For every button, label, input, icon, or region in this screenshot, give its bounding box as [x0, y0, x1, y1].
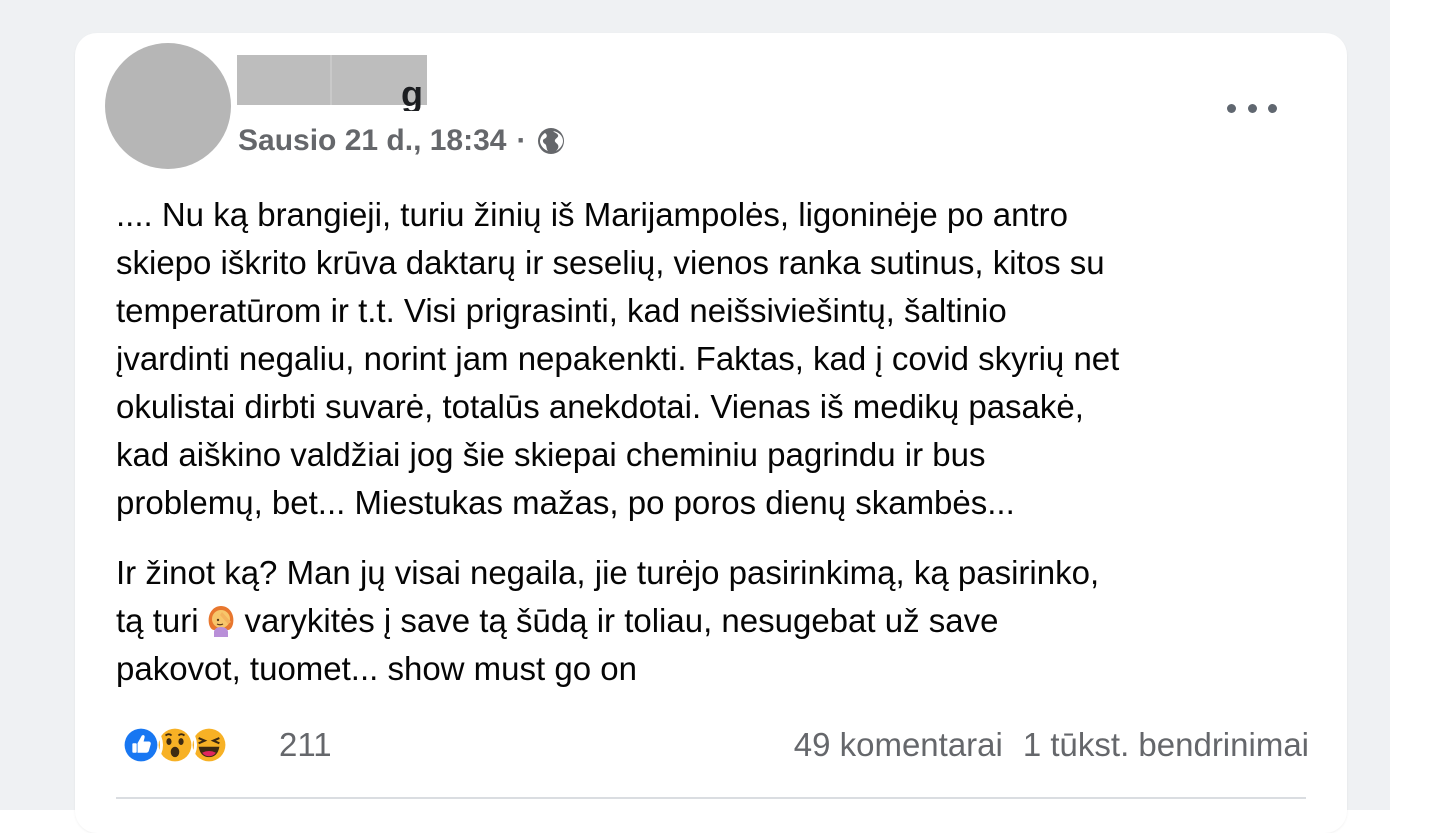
- post-line-with-emoji: tą turi varykitės į save tą šūdą ir toli…: [116, 597, 1326, 645]
- divider: [116, 797, 1306, 799]
- post-text-fragment: tą turi: [116, 602, 199, 639]
- comments-count-link[interactable]: 49 komentarai: [794, 726, 1003, 763]
- post-line: pakovot, tuomet... show must go on: [116, 650, 637, 687]
- post-text-fragment: varykitės į save tą šūdą ir toliau, nesu…: [244, 602, 999, 639]
- meta-separator: ·: [516, 124, 527, 157]
- reactions-bar: 211 49 komentarai 1 tūkst. bendrinimai: [119, 721, 1309, 769]
- shares-count-link[interactable]: 1 tūkst. bendrinimai: [1023, 726, 1309, 763]
- post-line: .... Nu ką brangieji, turiu žinių iš Mar…: [116, 196, 1068, 233]
- post-line: įvardinti negaliu, norint jam nepakenkti…: [116, 340, 1120, 377]
- more-dot-icon: [1268, 103, 1277, 113]
- avatar[interactable]: [105, 43, 231, 169]
- redaction-divider: [330, 55, 332, 105]
- like-icon: [119, 723, 163, 767]
- reaction-icons[interactable]: [119, 721, 231, 769]
- post-line: problemų, bet... Miestukas mažas, po por…: [116, 484, 1015, 521]
- post-stats: 49 komentarai 1 tūkst. bendrinimai: [794, 721, 1309, 769]
- post-meta: Sausio 21 d., 18:34 ·: [238, 121, 566, 161]
- woman-facepalming-emoji-icon: [208, 606, 233, 637]
- more-dot-icon: [1247, 103, 1257, 113]
- globe-icon[interactable]: [536, 126, 566, 156]
- author-name-redaction: [237, 55, 427, 105]
- post-line: okulistai dirbti suvarė, totalūs anekdot…: [116, 388, 1084, 425]
- post-line: temperatūrom ir t.t. Visi prigrasinti, k…: [116, 292, 1007, 329]
- post-card: g Sausio 21 d., 18:34 · .... Nu ką brang…: [75, 33, 1347, 833]
- author-name[interactable]: g: [401, 77, 427, 111]
- post-line: skiepo iškrito krūva daktarų ir seselių,…: [116, 244, 1105, 281]
- post-line: kad aiškino valdžiai jog šie skiepai che…: [116, 436, 986, 473]
- more-options-button[interactable]: [1227, 93, 1277, 123]
- post-body: .... Nu ką brangieji, turiu žinių iš Mar…: [116, 191, 1326, 693]
- post-line: Ir žinot ką? Man jų visai negaila, jie t…: [116, 554, 1100, 591]
- more-dot-icon: [1227, 103, 1236, 113]
- reaction-count[interactable]: 211: [279, 721, 332, 769]
- post-timestamp[interactable]: Sausio 21 d., 18:34: [238, 124, 506, 158]
